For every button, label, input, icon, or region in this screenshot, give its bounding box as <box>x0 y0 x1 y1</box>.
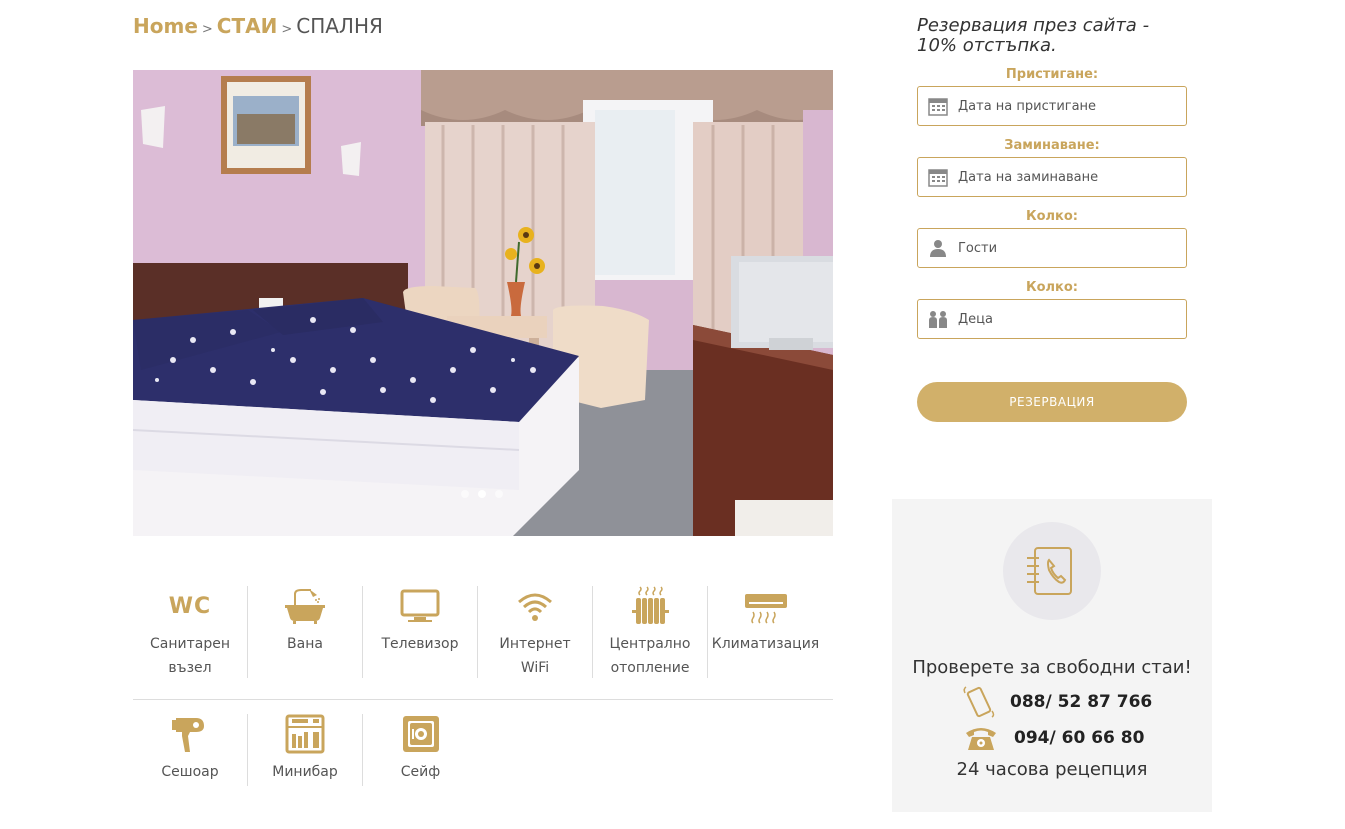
amenity-label: Сешоар <box>161 764 219 780</box>
slider-dots <box>461 490 503 498</box>
amenity-heating: Централно отопление <box>593 586 708 678</box>
wc-icon: WC <box>168 593 212 619</box>
amenity-label: Интернет <box>499 636 571 652</box>
mobile-number[interactable]: 088/ 52 87 766 <box>1010 692 1152 712</box>
breadcrumb-current: СПАЛНЯ <box>296 14 383 38</box>
wifi-icon <box>518 593 552 621</box>
amenity-label: Климатизация <box>711 636 820 652</box>
children-icon <box>918 309 958 329</box>
children-input[interactable] <box>958 311 1178 327</box>
person-icon <box>918 238 958 258</box>
amenity-bath: Вана <box>248 586 363 678</box>
room-photo <box>133 70 833 536</box>
amenity-hair-dryer: Сешоар <box>133 714 248 786</box>
breadcrumb-separator: > <box>201 22 213 37</box>
amenity-label: отопление <box>610 660 690 676</box>
departure-date-input[interactable] <box>958 169 1178 185</box>
mobile-phone-icon <box>962 685 996 719</box>
amenities-row: WC Санитарен възел Вана Телевизор Интерн… <box>133 586 833 678</box>
booking-title: Резервация през сайта - 10% отстъпка. <box>917 15 1150 56</box>
contact-title: Проверете за свободни стаи! <box>912 657 1192 678</box>
children-label: Колко: <box>1025 280 1079 295</box>
air-conditioner-icon <box>744 594 787 624</box>
reserve-button[interactable]: РЕЗЕРВАЦИЯ <box>917 382 1187 422</box>
amenity-label: Вана <box>287 636 323 652</box>
amenities-divider <box>133 699 833 700</box>
bedroom-image <box>133 70 833 536</box>
breadcrumb: Home > СТАИ > СПАЛНЯ <box>133 14 383 38</box>
slider-dot[interactable] <box>495 490 503 498</box>
amenities-row: Сешоар Минибар Сейф <box>133 714 833 786</box>
amenity-tv: Телевизор <box>363 586 478 678</box>
amenity-label: Минибар <box>272 764 338 780</box>
amenities-grid: WC Санитарен възел Вана Телевизор Интерн… <box>133 586 833 786</box>
amenity-label: Телевизор <box>381 636 459 652</box>
contact-box: Проверете за свободни стаи! 088/ 52 87 7… <box>892 499 1212 812</box>
phone-list-icon <box>1027 547 1072 595</box>
guests-field[interactable] <box>917 228 1187 268</box>
amenity-label: WiFi <box>520 660 550 676</box>
children-field[interactable] <box>917 299 1187 339</box>
arrival-field[interactable] <box>917 86 1187 126</box>
amenity-label: Централно <box>609 636 691 652</box>
slider-dot[interactable] <box>461 490 469 498</box>
telephone-icon <box>964 724 998 752</box>
calendar-icon <box>918 96 958 116</box>
radiator-icon <box>632 586 669 624</box>
arrival-date-input[interactable] <box>958 98 1178 114</box>
departure-label: Заминаване: <box>1004 138 1100 153</box>
safe-icon <box>402 716 439 752</box>
amenity-wc: WC Санитарен възел <box>133 586 248 678</box>
minibar-icon <box>285 714 325 754</box>
amenity-label: Санитарен <box>150 636 230 652</box>
reception-text: 24 часова рецепция <box>956 759 1148 780</box>
guests-input[interactable] <box>958 240 1178 256</box>
amenity-label: възел <box>168 660 212 676</box>
departure-field[interactable] <box>917 157 1187 197</box>
amenity-minibar: Минибар <box>248 714 363 786</box>
breadcrumb-home-link[interactable]: Home <box>133 14 198 38</box>
booking-form: Резервация през сайта - 10% отстъпка. Пр… <box>917 15 1187 422</box>
breadcrumb-separator: > <box>281 22 293 37</box>
amenity-label: Сейф <box>400 764 441 780</box>
amenity-ac: Климатизация <box>708 586 823 678</box>
guests-label: Колко: <box>1025 209 1079 224</box>
breadcrumb-rooms-link[interactable]: СТАИ <box>217 14 278 38</box>
calendar-icon <box>918 167 958 187</box>
arrival-label: Пристигане: <box>1005 67 1099 82</box>
amenity-safe: Сейф <box>363 714 478 786</box>
contact-circle <box>1003 522 1101 620</box>
mobile-phone[interactable]: 088/ 52 87 766 <box>962 685 1152 719</box>
slider-dot-active[interactable] <box>478 490 486 498</box>
landline-phone[interactable]: 094/ 60 66 80 <box>964 724 1144 752</box>
hair-dryer-icon <box>172 718 204 752</box>
bathtub-icon <box>285 589 325 624</box>
landline-number[interactable]: 094/ 60 66 80 <box>1014 728 1144 748</box>
amenity-wifi: Интернет WiFi <box>478 586 593 678</box>
tv-icon <box>400 589 440 622</box>
